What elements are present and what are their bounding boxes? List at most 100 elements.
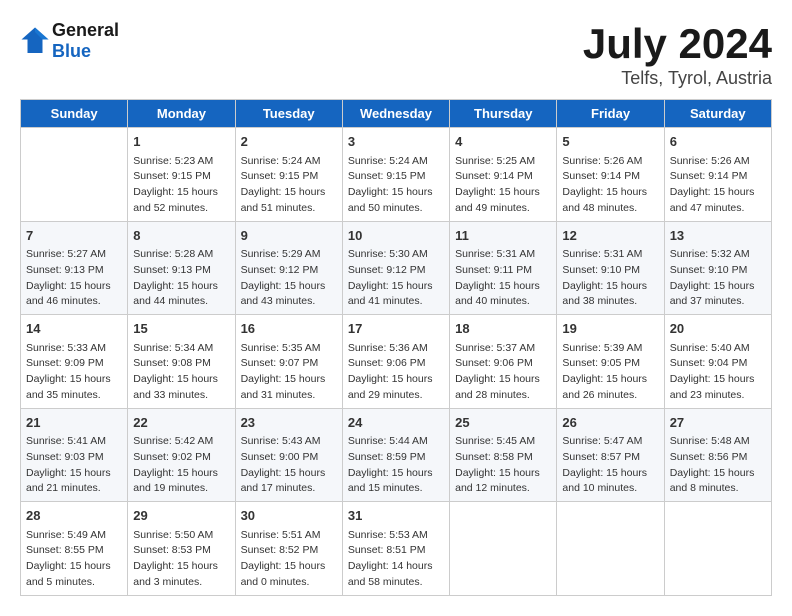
calendar-cell: 7Sunrise: 5:27 AMSunset: 9:13 PMDaylight…	[21, 221, 128, 315]
calendar-cell: 24Sunrise: 5:44 AMSunset: 8:59 PMDayligh…	[342, 408, 449, 502]
day-number: 31	[348, 506, 444, 526]
day-info: Sunrise: 5:33 AMSunset: 9:09 PMDaylight:…	[26, 341, 122, 404]
calendar-cell: 14Sunrise: 5:33 AMSunset: 9:09 PMDayligh…	[21, 315, 128, 409]
main-title: July 2024	[583, 20, 772, 68]
calendar-cell: 11Sunrise: 5:31 AMSunset: 9:11 PMDayligh…	[450, 221, 557, 315]
day-number: 27	[670, 413, 766, 433]
day-info: Sunrise: 5:43 AMSunset: 9:00 PMDaylight:…	[241, 434, 337, 497]
day-number: 7	[26, 226, 122, 246]
day-number: 18	[455, 319, 551, 339]
logo: General Blue	[20, 20, 119, 62]
calendar-cell	[557, 502, 664, 596]
calendar-cell: 31Sunrise: 5:53 AMSunset: 8:51 PMDayligh…	[342, 502, 449, 596]
day-info: Sunrise: 5:39 AMSunset: 9:05 PMDaylight:…	[562, 341, 658, 404]
calendar-cell: 9Sunrise: 5:29 AMSunset: 9:12 PMDaylight…	[235, 221, 342, 315]
day-number: 24	[348, 413, 444, 433]
day-info: Sunrise: 5:51 AMSunset: 8:52 PMDaylight:…	[241, 528, 337, 591]
day-header-wednesday: Wednesday	[342, 100, 449, 128]
day-info: Sunrise: 5:36 AMSunset: 9:06 PMDaylight:…	[348, 341, 444, 404]
day-info: Sunrise: 5:24 AMSunset: 9:15 PMDaylight:…	[348, 154, 444, 217]
day-number: 21	[26, 413, 122, 433]
calendar-cell: 18Sunrise: 5:37 AMSunset: 9:06 PMDayligh…	[450, 315, 557, 409]
calendar-cell: 28Sunrise: 5:49 AMSunset: 8:55 PMDayligh…	[21, 502, 128, 596]
day-number: 13	[670, 226, 766, 246]
day-info: Sunrise: 5:29 AMSunset: 9:12 PMDaylight:…	[241, 247, 337, 310]
day-number: 16	[241, 319, 337, 339]
title-area: July 2024 Telfs, Tyrol, Austria	[583, 20, 772, 89]
day-number: 28	[26, 506, 122, 526]
calendar-cell: 3Sunrise: 5:24 AMSunset: 9:15 PMDaylight…	[342, 128, 449, 222]
day-info: Sunrise: 5:31 AMSunset: 9:11 PMDaylight:…	[455, 247, 551, 310]
calendar-cell	[664, 502, 771, 596]
calendar-cell: 12Sunrise: 5:31 AMSunset: 9:10 PMDayligh…	[557, 221, 664, 315]
day-info: Sunrise: 5:30 AMSunset: 9:12 PMDaylight:…	[348, 247, 444, 310]
day-info: Sunrise: 5:41 AMSunset: 9:03 PMDaylight:…	[26, 434, 122, 497]
day-header-tuesday: Tuesday	[235, 100, 342, 128]
day-info: Sunrise: 5:26 AMSunset: 9:14 PMDaylight:…	[670, 154, 766, 217]
day-number: 22	[133, 413, 229, 433]
day-number: 6	[670, 132, 766, 152]
day-header-friday: Friday	[557, 100, 664, 128]
day-info: Sunrise: 5:25 AMSunset: 9:14 PMDaylight:…	[455, 154, 551, 217]
subtitle: Telfs, Tyrol, Austria	[583, 68, 772, 89]
calendar-cell: 8Sunrise: 5:28 AMSunset: 9:13 PMDaylight…	[128, 221, 235, 315]
day-number: 8	[133, 226, 229, 246]
calendar-cell: 19Sunrise: 5:39 AMSunset: 9:05 PMDayligh…	[557, 315, 664, 409]
day-info: Sunrise: 5:47 AMSunset: 8:57 PMDaylight:…	[562, 434, 658, 497]
day-number: 11	[455, 226, 551, 246]
day-info: Sunrise: 5:45 AMSunset: 8:58 PMDaylight:…	[455, 434, 551, 497]
day-info: Sunrise: 5:53 AMSunset: 8:51 PMDaylight:…	[348, 528, 444, 591]
calendar-cell: 26Sunrise: 5:47 AMSunset: 8:57 PMDayligh…	[557, 408, 664, 502]
day-header-thursday: Thursday	[450, 100, 557, 128]
calendar-week-row: 28Sunrise: 5:49 AMSunset: 8:55 PMDayligh…	[21, 502, 772, 596]
day-info: Sunrise: 5:37 AMSunset: 9:06 PMDaylight:…	[455, 341, 551, 404]
day-number: 25	[455, 413, 551, 433]
calendar-week-row: 14Sunrise: 5:33 AMSunset: 9:09 PMDayligh…	[21, 315, 772, 409]
day-header-saturday: Saturday	[664, 100, 771, 128]
day-header-sunday: Sunday	[21, 100, 128, 128]
day-info: Sunrise: 5:34 AMSunset: 9:08 PMDaylight:…	[133, 341, 229, 404]
day-number: 15	[133, 319, 229, 339]
day-number: 1	[133, 132, 229, 152]
calendar-cell: 29Sunrise: 5:50 AMSunset: 8:53 PMDayligh…	[128, 502, 235, 596]
day-number: 2	[241, 132, 337, 152]
day-number: 29	[133, 506, 229, 526]
day-number: 3	[348, 132, 444, 152]
day-number: 19	[562, 319, 658, 339]
calendar-cell: 17Sunrise: 5:36 AMSunset: 9:06 PMDayligh…	[342, 315, 449, 409]
day-info: Sunrise: 5:28 AMSunset: 9:13 PMDaylight:…	[133, 247, 229, 310]
calendar-week-row: 1Sunrise: 5:23 AMSunset: 9:15 PMDaylight…	[21, 128, 772, 222]
day-info: Sunrise: 5:48 AMSunset: 8:56 PMDaylight:…	[670, 434, 766, 497]
logo-text: General Blue	[52, 20, 119, 62]
logo-icon	[20, 26, 50, 56]
day-info: Sunrise: 5:50 AMSunset: 8:53 PMDaylight:…	[133, 528, 229, 591]
day-info: Sunrise: 5:26 AMSunset: 9:14 PMDaylight:…	[562, 154, 658, 217]
day-number: 10	[348, 226, 444, 246]
day-number: 23	[241, 413, 337, 433]
day-number: 26	[562, 413, 658, 433]
day-number: 5	[562, 132, 658, 152]
day-info: Sunrise: 5:49 AMSunset: 8:55 PMDaylight:…	[26, 528, 122, 591]
day-info: Sunrise: 5:32 AMSunset: 9:10 PMDaylight:…	[670, 247, 766, 310]
calendar-cell: 22Sunrise: 5:42 AMSunset: 9:02 PMDayligh…	[128, 408, 235, 502]
day-number: 4	[455, 132, 551, 152]
calendar-cell	[21, 128, 128, 222]
calendar-cell: 5Sunrise: 5:26 AMSunset: 9:14 PMDaylight…	[557, 128, 664, 222]
day-info: Sunrise: 5:44 AMSunset: 8:59 PMDaylight:…	[348, 434, 444, 497]
calendar-cell: 10Sunrise: 5:30 AMSunset: 9:12 PMDayligh…	[342, 221, 449, 315]
calendar-cell: 20Sunrise: 5:40 AMSunset: 9:04 PMDayligh…	[664, 315, 771, 409]
calendar-cell: 4Sunrise: 5:25 AMSunset: 9:14 PMDaylight…	[450, 128, 557, 222]
day-info: Sunrise: 5:35 AMSunset: 9:07 PMDaylight:…	[241, 341, 337, 404]
calendar-cell	[450, 502, 557, 596]
calendar-cell: 6Sunrise: 5:26 AMSunset: 9:14 PMDaylight…	[664, 128, 771, 222]
day-info: Sunrise: 5:24 AMSunset: 9:15 PMDaylight:…	[241, 154, 337, 217]
calendar-cell: 13Sunrise: 5:32 AMSunset: 9:10 PMDayligh…	[664, 221, 771, 315]
day-info: Sunrise: 5:40 AMSunset: 9:04 PMDaylight:…	[670, 341, 766, 404]
calendar-cell: 21Sunrise: 5:41 AMSunset: 9:03 PMDayligh…	[21, 408, 128, 502]
calendar-week-row: 7Sunrise: 5:27 AMSunset: 9:13 PMDaylight…	[21, 221, 772, 315]
calendar-cell: 1Sunrise: 5:23 AMSunset: 9:15 PMDaylight…	[128, 128, 235, 222]
day-number: 9	[241, 226, 337, 246]
day-number: 17	[348, 319, 444, 339]
calendar-table: SundayMondayTuesdayWednesdayThursdayFrid…	[20, 99, 772, 596]
day-number: 30	[241, 506, 337, 526]
